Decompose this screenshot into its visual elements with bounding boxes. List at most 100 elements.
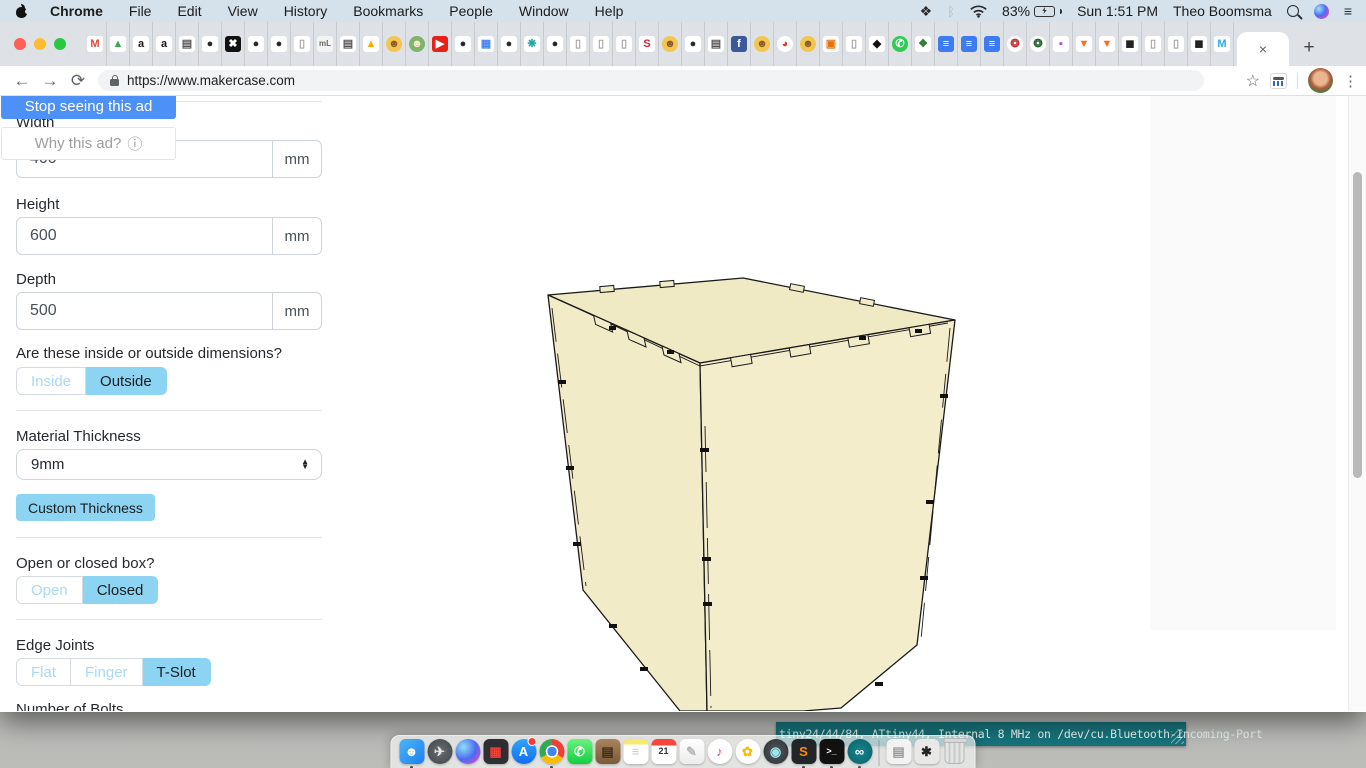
pinned-tab-ml-site[interactable]: mL xyxy=(314,22,337,66)
menu-user-name[interactable]: Theo Boomsma xyxy=(1173,3,1272,19)
pinned-tab-makercase[interactable]: M xyxy=(1211,22,1234,66)
pinned-tab-github[interactable]: ● xyxy=(199,22,222,66)
zoom-window-button[interactable] xyxy=(54,38,66,50)
siri-icon[interactable] xyxy=(1313,3,1329,19)
back-button[interactable]: ← xyxy=(8,71,36,91)
flat-button[interactable]: Flat xyxy=(16,658,72,686)
pinned-tab-avatar[interactable]: ☻ xyxy=(751,22,774,66)
menu-item-file[interactable]: File xyxy=(129,3,152,19)
dock-chrome[interactable] xyxy=(539,739,565,768)
pinned-tab-black-book[interactable]: ◼ xyxy=(1188,22,1211,66)
pinned-tab-google-drive[interactable]: ▲ xyxy=(107,22,130,66)
finger-button[interactable]: Finger xyxy=(71,658,143,686)
dock-document-stack[interactable]: ▤ xyxy=(886,739,912,768)
amazon-extension-icon[interactable] xyxy=(1270,72,1287,89)
pinned-tab-google-doc[interactable]: ≡ xyxy=(958,22,981,66)
menu-item-bookmarks[interactable]: Bookmarks xyxy=(353,3,423,19)
spotlight-icon[interactable] xyxy=(1286,5,1299,17)
custom-thickness-button[interactable]: Custom Thickness xyxy=(16,494,155,521)
dock-launchpad[interactable]: ✈ xyxy=(427,739,453,768)
pinned-tab-youtube[interactable]: ▶ xyxy=(429,22,452,66)
pinned-tab-pirate[interactable]: ✖ xyxy=(222,22,245,66)
why-this-ad-button[interactable]: Why this ad? ⓘ xyxy=(1,127,176,160)
pinned-tab-book[interactable]: ▤ xyxy=(337,22,360,66)
dock-journal[interactable]: ▤ xyxy=(595,739,621,768)
dock-photos[interactable]: ✿ xyxy=(735,739,761,768)
pinned-tab-scribd[interactable]: S xyxy=(636,22,659,66)
tslot-button[interactable]: T-Slot xyxy=(142,658,211,686)
pinned-tab-avatar[interactable]: ☻ xyxy=(406,22,429,66)
pinned-tab-github[interactable]: ● xyxy=(498,22,521,66)
bluetooth-icon[interactable]: ᛒ xyxy=(947,5,955,18)
pinned-tab-code-panel[interactable]: ▦ xyxy=(475,22,498,66)
dock-photo-booth[interactable]: ◉ xyxy=(763,739,789,768)
minimize-window-button[interactable] xyxy=(34,38,46,50)
pinned-tab-facebook[interactable]: f xyxy=(728,22,751,66)
pinned-tab-github[interactable]: ● xyxy=(544,22,567,66)
browser-menu-icon[interactable]: ⋮ xyxy=(1343,72,1358,90)
pinned-tab-github[interactable]: ● xyxy=(268,22,291,66)
pinned-tab-page[interactable]: ▯ xyxy=(590,22,613,66)
menu-item-help[interactable]: Help xyxy=(595,3,624,19)
pinned-tab-github[interactable]: ● xyxy=(452,22,475,66)
depth-input[interactable] xyxy=(16,292,272,330)
inside-button[interactable]: Inside xyxy=(16,367,87,395)
dock-tiles-app[interactable]: ▦ xyxy=(483,739,509,768)
pinned-tab-black-book[interactable]: ◼ xyxy=(1119,22,1142,66)
dock-calendar[interactable]: 21 xyxy=(651,739,677,768)
menu-item-edit[interactable]: Edit xyxy=(177,3,201,19)
pinned-tab-wheel[interactable]: ❂ xyxy=(1027,22,1050,66)
pinned-tab-chip-black[interactable]: ◆ xyxy=(866,22,889,66)
pinned-tab-page[interactable]: ▯ xyxy=(567,22,590,66)
pinned-tab-page[interactable]: ▯ xyxy=(1142,22,1165,66)
dock-terminal[interactable]: >_ xyxy=(819,739,845,768)
height-input[interactable] xyxy=(16,217,272,255)
pinned-tab-page[interactable]: ▯ xyxy=(1165,22,1188,66)
profile-avatar[interactable] xyxy=(1308,68,1333,93)
menu-item-chrome[interactable]: Chrome xyxy=(50,3,103,19)
pinned-tab-wheel[interactable]: ❂ xyxy=(1004,22,1027,66)
dock-facetime[interactable]: ✆ xyxy=(567,739,593,768)
pinned-tab-book[interactable]: ▤ xyxy=(705,22,728,66)
stop-seeing-ad-button[interactable]: Stop seeing this ad xyxy=(1,96,176,119)
dock-trash[interactable] xyxy=(942,738,968,768)
menu-item-window[interactable]: Window xyxy=(519,3,569,19)
bookmark-star-icon[interactable]: ☆ xyxy=(1246,71,1260,91)
pinned-tab-whatsapp[interactable]: ✆ xyxy=(889,22,912,66)
apple-menu-icon[interactable] xyxy=(14,4,30,18)
pinned-tab-book[interactable]: ▤ xyxy=(176,22,199,66)
notification-center-icon[interactable]: ≡ xyxy=(1344,4,1352,18)
outside-button[interactable]: Outside xyxy=(86,367,167,395)
close-tab-icon[interactable]: × xyxy=(1259,41,1267,57)
close-window-button[interactable] xyxy=(14,38,26,50)
pinned-tab-github[interactable]: ● xyxy=(682,22,705,66)
pinned-tab-gmail[interactable]: M xyxy=(84,22,107,66)
pinned-tab-beetle[interactable]: ❖ xyxy=(912,22,935,66)
dock-arduino[interactable]: ∞ xyxy=(847,739,873,768)
pinned-tab-avatar[interactable]: ☻ xyxy=(659,22,682,66)
pinned-tab-page[interactable]: ▯ xyxy=(291,22,314,66)
dock-app-store[interactable]: A xyxy=(511,737,537,768)
pinned-tab-gitlab[interactable]: ▼ xyxy=(1096,22,1119,66)
pinned-tab-avatar[interactable]: ☻ xyxy=(383,22,406,66)
dropbox-icon[interactable]: ❖ xyxy=(920,4,933,18)
pinned-tab-gitlab[interactable]: ▼ xyxy=(1073,22,1096,66)
scrollbar-track[interactable] xyxy=(1348,96,1366,711)
menu-item-view[interactable]: View xyxy=(228,3,258,19)
new-tab-button[interactable]: + xyxy=(1295,34,1323,62)
pinned-tab-google-doc[interactable]: ≡ xyxy=(935,22,958,66)
active-tab[interactable]: × xyxy=(1237,32,1289,66)
dock-siri[interactable] xyxy=(455,739,481,768)
forward-button[interactable]: → xyxy=(36,71,64,91)
menu-item-history[interactable]: History xyxy=(284,3,328,19)
pinned-tab-mini-site[interactable]: ▪ xyxy=(1050,22,1073,66)
pinned-tab-github[interactable]: ● xyxy=(245,22,268,66)
menu-item-people[interactable]: People xyxy=(449,3,493,19)
dock-sublime-text[interactable]: S xyxy=(791,739,817,768)
pinned-tab-analytics[interactable]: ▲ xyxy=(360,22,383,66)
pinned-tab-chip-orange[interactable]: ▣ xyxy=(820,22,843,66)
pinned-tab-amazon[interactable]: a xyxy=(153,22,176,66)
pinned-tab-avatar[interactable]: ☻ xyxy=(797,22,820,66)
dock-app-download[interactable]: ✱ xyxy=(914,739,940,768)
pinned-tab-page[interactable]: ▯ xyxy=(843,22,866,66)
